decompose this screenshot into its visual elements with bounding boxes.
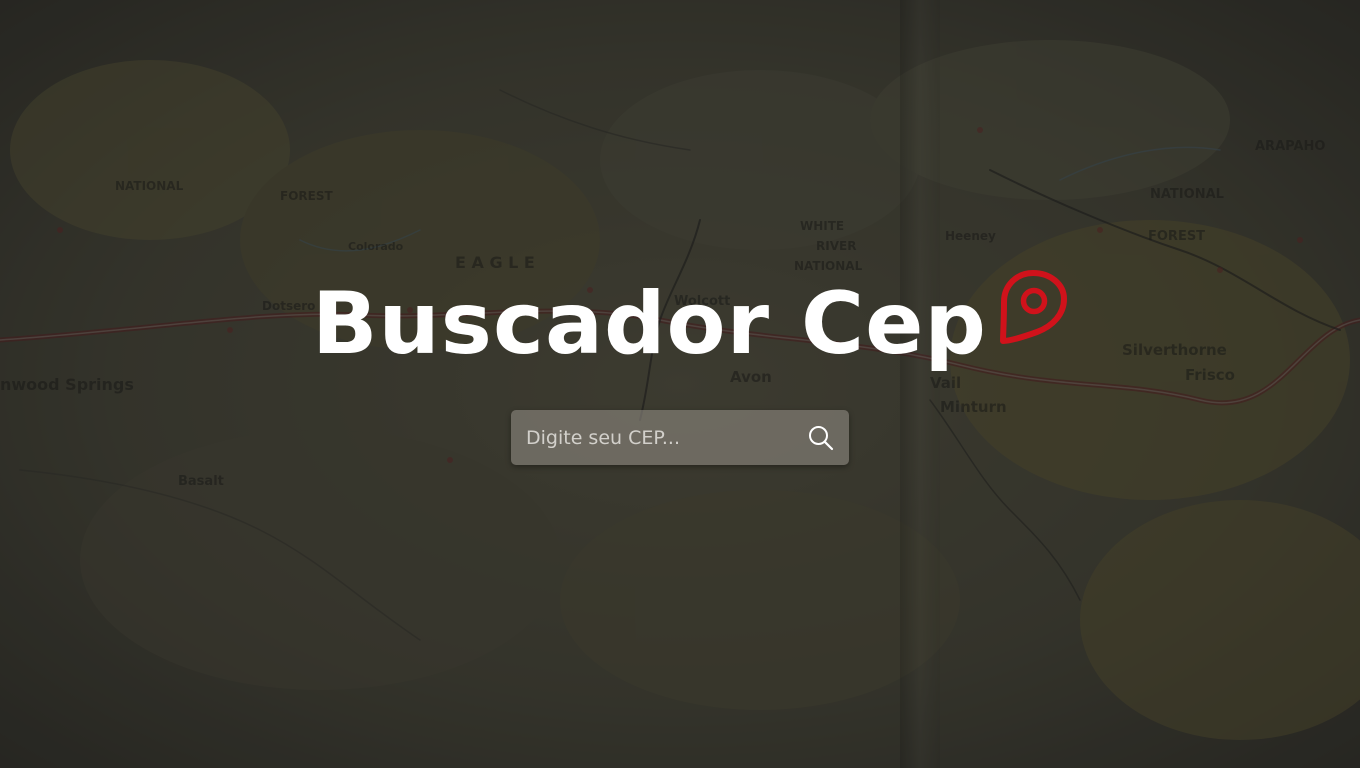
search-bar	[511, 410, 849, 465]
location-pin-icon	[999, 270, 1067, 344]
page: NATIONAL FOREST nwood Springs Dotsero Wo…	[0, 0, 1360, 768]
cep-search-input[interactable]	[511, 410, 793, 465]
header: Buscador Cep	[312, 268, 1071, 380]
search-icon	[809, 425, 834, 450]
search-button[interactable]	[793, 410, 849, 465]
main-content: Buscador Cep	[0, 0, 1360, 768]
page-title: Buscador Cep	[312, 274, 987, 374]
